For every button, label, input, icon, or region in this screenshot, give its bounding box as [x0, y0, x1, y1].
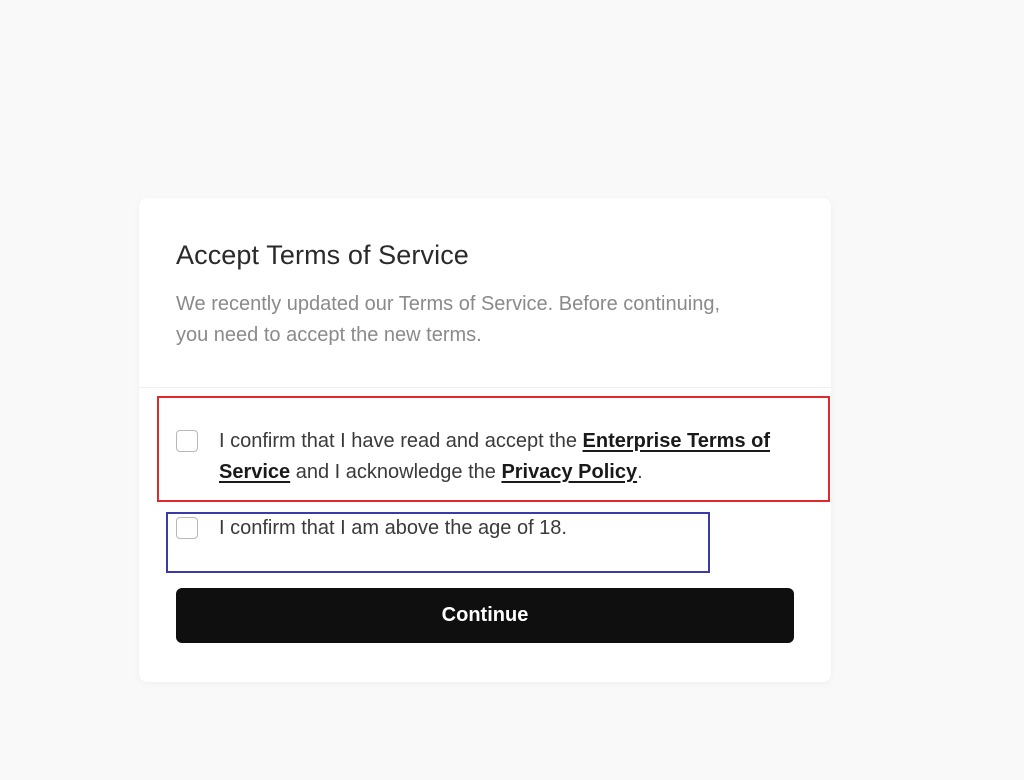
terms-consent-text-after: .	[637, 461, 643, 483]
terms-dialog: Accept Terms of Service We recently upda…	[139, 198, 831, 682]
dialog-description: We recently updated our Terms of Service…	[176, 293, 720, 346]
age-consent-label: I confirm that I am above the age of 18.	[219, 517, 567, 539]
terms-consent-text-before: I confirm that I have read and accept th…	[219, 430, 583, 452]
terms-consent-label: I confirm that I have read and accept th…	[219, 426, 799, 488]
dialog-title: Accept Terms of Service	[176, 240, 469, 270]
dialog-header: Accept Terms of Service We recently upda…	[139, 198, 831, 388]
terms-consent-checkbox[interactable]	[176, 430, 198, 452]
privacy-policy-link[interactable]: Privacy Policy	[501, 461, 637, 483]
terms-consent-text-middle: and I acknowledge the	[290, 461, 502, 483]
continue-button[interactable]: Continue	[176, 588, 794, 643]
age-consent-checkbox[interactable]	[176, 517, 198, 539]
